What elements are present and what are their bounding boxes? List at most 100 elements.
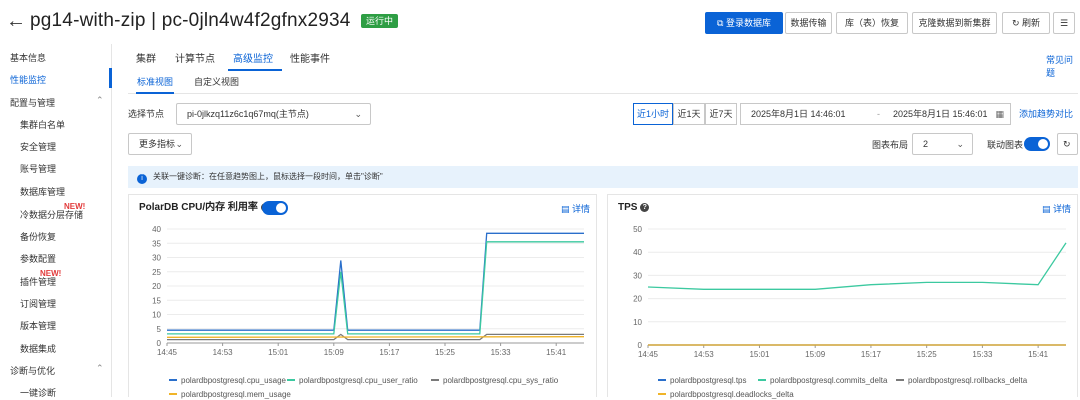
legend-swatch [658,393,666,395]
legend-item[interactable]: polardbpostgresql.tps [658,376,747,386]
x-tick-label: 15:01 [268,348,289,357]
sidebar-item-cold-storage[interactable]: 冷数据分层存储 [20,208,83,222]
layout-select[interactable]: 2 ⌄ [912,133,973,155]
series-line [167,241,584,335]
more-metrics-button[interactable]: 更多指标 ⌄ [128,133,192,155]
chevron-up-icon[interactable]: ⌃ [96,363,104,374]
back-arrow-icon[interactable]: ← [6,9,26,33]
sidebar-item-performance[interactable]: 性能监控 [10,73,46,87]
sidebar-group-diagnosis[interactable]: 诊断与优化 [10,364,55,378]
x-tick-label: 15:41 [1028,350,1049,359]
legend-item[interactable]: polardbpostgresql.cpu_user_ratio [287,376,418,386]
y-tick-label: 15 [152,296,161,305]
legend-item[interactable]: polardbpostgresql.commits_delta [758,376,887,386]
sidebar-item-integration[interactable]: 数据集成 [20,342,56,356]
sidebar-item-version[interactable]: 版本管理 [20,319,56,333]
login-database-button[interactable]: ⧉ 登录数据库 [705,12,783,34]
x-tick-label: 15:17 [861,350,882,359]
sidebar-item-accounts[interactable]: 账号管理 [20,162,56,176]
sidebar-item-whitelist[interactable]: 集群白名单 [20,118,65,132]
active-tab-indicator [228,69,282,71]
y-tick-label: 30 [152,254,161,263]
x-tick-label: 15:33 [491,348,512,357]
node-select-label: 选择节点 [128,109,165,119]
refresh-icon: ↻ [1063,139,1071,149]
sidebar-item-backup[interactable]: 备份恢复 [20,230,56,244]
legend-item[interactable]: polardbpostgresql.rollbacks_delta [896,376,1027,386]
legend-swatch [169,393,177,395]
page-title: pg14-with-zip | pc-0jln4w4f2gfnx2934 [30,10,351,31]
chevron-down-icon: ⌄ [354,109,362,119]
sidebar-item-security[interactable]: 安全管理 [20,140,56,154]
x-tick-label: 14:45 [157,348,178,357]
x-tick-label: 14:45 [638,350,659,359]
legend-item[interactable]: polardbpostgresql.mem_usage [169,390,291,400]
chevron-down-icon: ⌄ [175,139,183,149]
y-tick-label: 20 [633,295,642,304]
start-date[interactable]: 2025年8月1日 14:46:01 [751,104,846,124]
x-tick-label: 15:17 [379,348,400,357]
link-charts-toggle[interactable] [1024,137,1050,151]
y-tick-label: 40 [152,225,161,234]
y-tick-label: 50 [633,225,642,234]
data-transfer-button[interactable]: 数据传输 [785,12,832,34]
table-restore-button[interactable]: 库（表）恢复 [836,12,908,34]
clone-cluster-button[interactable]: 克隆数据到新集群 [912,12,997,34]
tab-cluster[interactable]: 集群 [136,53,156,67]
sidebar-group-config[interactable]: 配置与管理 [10,96,55,110]
sidebar-item-databases[interactable]: 数据库管理 [20,185,65,199]
chart-refresh-button[interactable]: ↻ [1057,133,1078,155]
header: ← pg14-with-zip | pc-0jln4w4f2gfnx2934 运… [0,0,1080,44]
tab-custom-view[interactable]: 自定义视图 [194,76,239,88]
range-7d-button[interactable]: 近7天 [705,103,737,125]
x-tick-label: 14:53 [694,350,715,359]
date-separator: - [877,109,880,119]
range-1h-button[interactable]: 近1小时 [633,103,673,125]
login-icon: ⧉ [717,18,726,28]
date-range-picker[interactable]: 2025年8月1日 14:46:01 - 2025年8月1日 15:46:01 … [740,103,1011,125]
end-date[interactable]: 2025年8月1日 15:46:01 [893,104,988,124]
layout-label: 图表布局 [872,140,909,150]
add-trend-compare-link[interactable]: 添加趋势对比 [1019,108,1073,120]
x-tick-label: 15:09 [805,350,826,359]
diagnosis-notice: i 关联一键诊断：在任意趋势图上，鼠标选择一段时间，单击"诊断" [128,166,1078,188]
tps-chart[interactable]: 0 10 20 30 40 50 14:45 14:53 15:01 15:09 15:17 15:2… [608,195,1079,398]
sidebar-item-extensions[interactable]: 插件管理 [20,275,56,289]
x-tick-label: 15:33 [972,350,993,359]
sidebar-active-indicator [109,68,112,88]
calendar-icon: ▦ [995,109,1004,119]
subtabs: 标准视图 自定义视图 [128,72,1078,94]
y-tick-label: 30 [633,271,642,280]
y-tick-label: 0 [638,341,643,350]
tab-performance-events[interactable]: 性能事件 [290,53,330,67]
legend-swatch [658,379,666,381]
x-tick-label: 15:01 [749,350,770,359]
series-line [167,232,584,331]
legend-item[interactable]: polardbpostgresql.deadlocks_delta [658,390,794,400]
y-tick-label: 40 [633,248,642,257]
x-tick-label: 14:53 [213,348,234,357]
sidebar-item-subscriptions[interactable]: 订阅管理 [20,297,56,311]
chevron-up-icon[interactable]: ⌃ [96,95,104,106]
y-tick-label: 20 [152,282,161,291]
tab-compute-nodes[interactable]: 计算节点 [175,53,215,67]
chevron-down-icon: ⌄ [956,139,964,149]
tab-standard-view[interactable]: 标准视图 [137,76,173,88]
sidebar-item-one-click-diagnosis[interactable]: 一键诊断 [20,386,56,400]
sidebar-item-params[interactable]: 参数配置 [20,252,56,266]
legend-item[interactable]: polardbpostgresql.cpu_usage [169,376,286,386]
active-subtab-indicator [136,92,174,94]
x-tick-label: 15:41 [546,348,567,357]
list-settings-button[interactable]: ☰ [1053,12,1075,34]
cpu-memory-chart[interactable]: 0 5 10 15 20 25 30 35 40 14:45 14:53 15:01 15:09 15:1… [129,195,598,398]
node-select[interactable]: pi-0jlkzq11z6c1q67mq(主节点) ⌄ [176,103,371,125]
x-tick-label: 15:25 [917,350,938,359]
tab-advanced-monitoring[interactable]: 高级监控 [233,53,273,67]
refresh-button[interactable]: ↻ 刷新 [1002,12,1050,34]
range-1d-button[interactable]: 近1天 [673,103,705,125]
legend-swatch [287,379,295,381]
y-tick-label: 5 [157,325,162,334]
y-tick-label: 10 [633,318,642,327]
sidebar-item-basic-info[interactable]: 基本信息 [10,51,46,65]
legend-item[interactable]: polardbpostgresql.cpu_sys_ratio [431,376,558,386]
